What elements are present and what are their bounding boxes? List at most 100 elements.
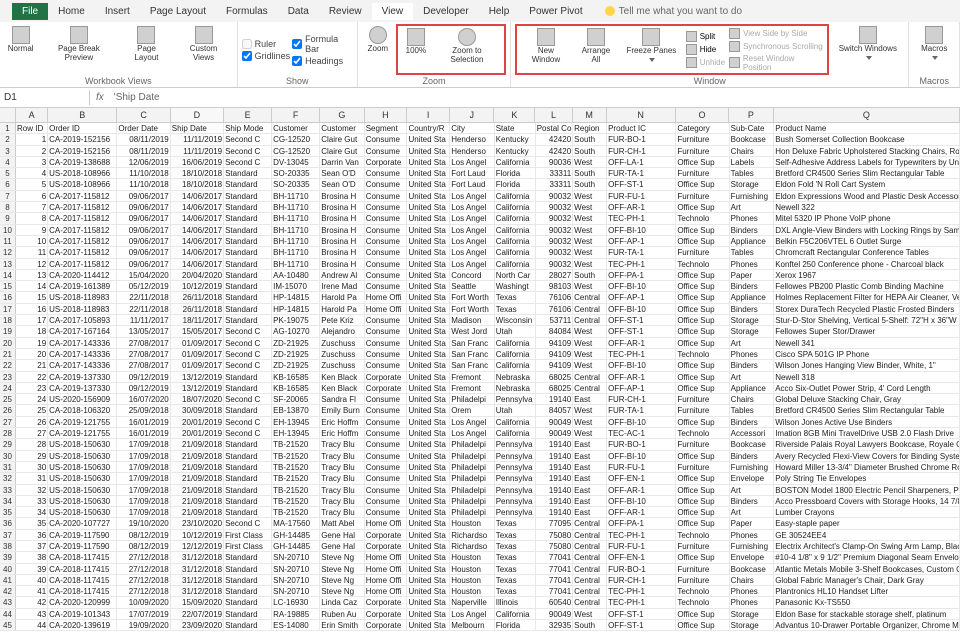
col-header-H[interactable]: H bbox=[365, 108, 408, 122]
table-row[interactable]: 4039CA-2018-11741527/12/201831/12/2018St… bbox=[0, 564, 960, 575]
cell[interactable]: CA-2019-117590 bbox=[48, 541, 117, 551]
cell[interactable]: Sub-Cate bbox=[730, 123, 775, 133]
row-header[interactable]: 15 bbox=[0, 281, 16, 291]
cell[interactable]: Steve Ng bbox=[320, 552, 365, 562]
cell[interactable]: Appliance bbox=[730, 292, 775, 302]
cell[interactable]: KB-16585 bbox=[272, 383, 320, 393]
cell[interactable]: Los Angel bbox=[450, 236, 495, 246]
cell[interactable]: Labels bbox=[730, 157, 775, 167]
cell[interactable]: Segment bbox=[365, 123, 408, 133]
cell[interactable]: United Sta bbox=[407, 597, 450, 607]
cell[interactable]: West Jord bbox=[450, 326, 495, 336]
cell[interactable]: Art bbox=[730, 485, 775, 495]
cell[interactable]: Consume bbox=[365, 259, 408, 269]
cell[interactable]: Consume bbox=[365, 507, 408, 517]
cell[interactable]: CA-2017-115812 bbox=[48, 213, 117, 223]
cell[interactable]: BH-11710 bbox=[272, 191, 320, 201]
cell[interactable]: Office Sup bbox=[676, 552, 729, 562]
cell[interactable]: West bbox=[573, 213, 607, 223]
cell[interactable]: 33 bbox=[16, 496, 48, 506]
cell[interactable]: Storage bbox=[730, 179, 775, 189]
cell[interactable]: West bbox=[573, 326, 607, 336]
cell[interactable]: OFF-ST-1 bbox=[607, 315, 676, 325]
cell[interactable]: Consume bbox=[365, 191, 408, 201]
cell[interactable]: Furniture bbox=[676, 191, 729, 201]
cell[interactable]: US-2018-150630 bbox=[48, 439, 117, 449]
table-row[interactable]: 1817CA-2017-10589311/11/201718/11/2017St… bbox=[0, 315, 960, 326]
cell[interactable]: Bush Somerset Collection Bookcase bbox=[774, 134, 960, 144]
col-header-A[interactable]: A bbox=[16, 108, 48, 122]
cell[interactable]: Harold Pa bbox=[320, 292, 365, 302]
table-row[interactable]: 109CA-2017-11581209/06/201714/06/2017Sta… bbox=[0, 225, 960, 236]
cell[interactable]: East bbox=[573, 451, 607, 461]
cell[interactable]: OFF-BI-10 bbox=[607, 417, 676, 427]
cell[interactable]: East bbox=[573, 394, 607, 404]
cell[interactable]: Phones bbox=[730, 586, 775, 596]
cell[interactable]: Consume bbox=[365, 394, 408, 404]
cell[interactable]: OFF-BI-10 bbox=[607, 225, 676, 235]
cell[interactable]: Acco Six-Outlet Power Strip, 4' Cord Len… bbox=[774, 383, 960, 393]
cell[interactable]: 94109 bbox=[536, 360, 573, 370]
cell[interactable]: San Franc bbox=[450, 338, 495, 348]
cell[interactable]: Self-Adhesive Address Labels for Typewri… bbox=[774, 157, 960, 167]
row-header[interactable]: 28 bbox=[0, 428, 16, 438]
cell[interactable]: Technolo bbox=[676, 597, 729, 607]
cell[interactable]: Standard bbox=[224, 270, 272, 280]
cell[interactable]: Los Angel bbox=[450, 202, 495, 212]
row-header[interactable]: 23 bbox=[0, 372, 16, 382]
cell[interactable]: 75080 bbox=[536, 541, 573, 551]
cell[interactable]: 11/11/2019 bbox=[171, 146, 224, 156]
table-row[interactable]: 3332US-2018-15063017/09/201821/09/2018St… bbox=[0, 485, 960, 496]
cell[interactable]: OFF-AR-1 bbox=[607, 372, 676, 382]
cell[interactable]: Tracy Blu bbox=[320, 462, 365, 472]
row-header[interactable]: 18 bbox=[0, 315, 16, 325]
name-box[interactable]: D1 bbox=[0, 90, 90, 105]
cell[interactable]: 14/06/2017 bbox=[171, 213, 224, 223]
cell[interactable]: Philadelpi bbox=[450, 496, 495, 506]
cell[interactable]: Technolo bbox=[676, 213, 729, 223]
table-row[interactable]: 76CA-2017-11581209/06/201714/06/2017Stan… bbox=[0, 191, 960, 202]
cell[interactable]: Binders bbox=[730, 496, 775, 506]
row-header[interactable]: 19 bbox=[0, 326, 16, 336]
cell[interactable]: 53711 bbox=[536, 315, 573, 325]
cell[interactable]: Tracy Blu bbox=[320, 485, 365, 495]
cell[interactable]: California bbox=[495, 247, 536, 257]
cell[interactable]: 21/09/2018 bbox=[171, 485, 224, 495]
cell[interactable]: Pennsylva bbox=[495, 451, 536, 461]
table-row[interactable]: 1312CA-2017-11581209/06/201714/06/2017St… bbox=[0, 259, 960, 270]
cell[interactable]: Standard bbox=[224, 564, 272, 574]
cell[interactable]: 90032 bbox=[536, 259, 573, 269]
row-header[interactable]: 24 bbox=[0, 383, 16, 393]
cell[interactable]: Erin Smith bbox=[320, 620, 365, 630]
cell[interactable]: 27/08/2017 bbox=[117, 349, 170, 359]
cell[interactable]: BOSTON Model 1800 Electric Pencil Sharpe… bbox=[774, 485, 960, 495]
col-header-M[interactable]: M bbox=[573, 108, 607, 122]
cell[interactable]: East bbox=[573, 439, 607, 449]
cell[interactable]: Chairs bbox=[730, 575, 775, 585]
cell[interactable]: Emily Burn bbox=[320, 405, 365, 415]
cell[interactable]: OFF-PA-1 bbox=[607, 270, 676, 280]
cell[interactable]: BH-11710 bbox=[272, 236, 320, 246]
cell[interactable]: State bbox=[495, 123, 536, 133]
cell[interactable]: Furniture bbox=[676, 134, 729, 144]
cell[interactable]: Standard bbox=[224, 236, 272, 246]
row-header[interactable]: 42 bbox=[0, 586, 16, 596]
row-header[interactable]: 9 bbox=[0, 213, 16, 223]
cell[interactable]: Office Sup bbox=[676, 383, 729, 393]
cell[interactable]: 90049 bbox=[536, 428, 573, 438]
cell[interactable]: Los Angel bbox=[450, 213, 495, 223]
cell[interactable]: 25/09/2018 bbox=[117, 405, 170, 415]
cell[interactable]: Technolo bbox=[676, 259, 729, 269]
cell[interactable]: FUR-TA-1 bbox=[607, 405, 676, 415]
zoom-100-button[interactable]: 100% bbox=[400, 26, 432, 67]
table-row[interactable]: 21CA-2019-15215608/11/201911/11/2019Seco… bbox=[0, 134, 960, 145]
cell[interactable]: OFF-ST-1 bbox=[607, 179, 676, 189]
cell[interactable]: LC-16930 bbox=[272, 597, 320, 607]
cell[interactable]: 60540 bbox=[536, 597, 573, 607]
cell[interactable]: Consume bbox=[365, 451, 408, 461]
cell[interactable]: 90032 bbox=[536, 236, 573, 246]
cell[interactable]: Tracy Blu bbox=[320, 473, 365, 483]
cell[interactable]: OFF-LA-1 bbox=[607, 157, 676, 167]
cell[interactable]: BH-11710 bbox=[272, 247, 320, 257]
cell[interactable]: South bbox=[573, 270, 607, 280]
